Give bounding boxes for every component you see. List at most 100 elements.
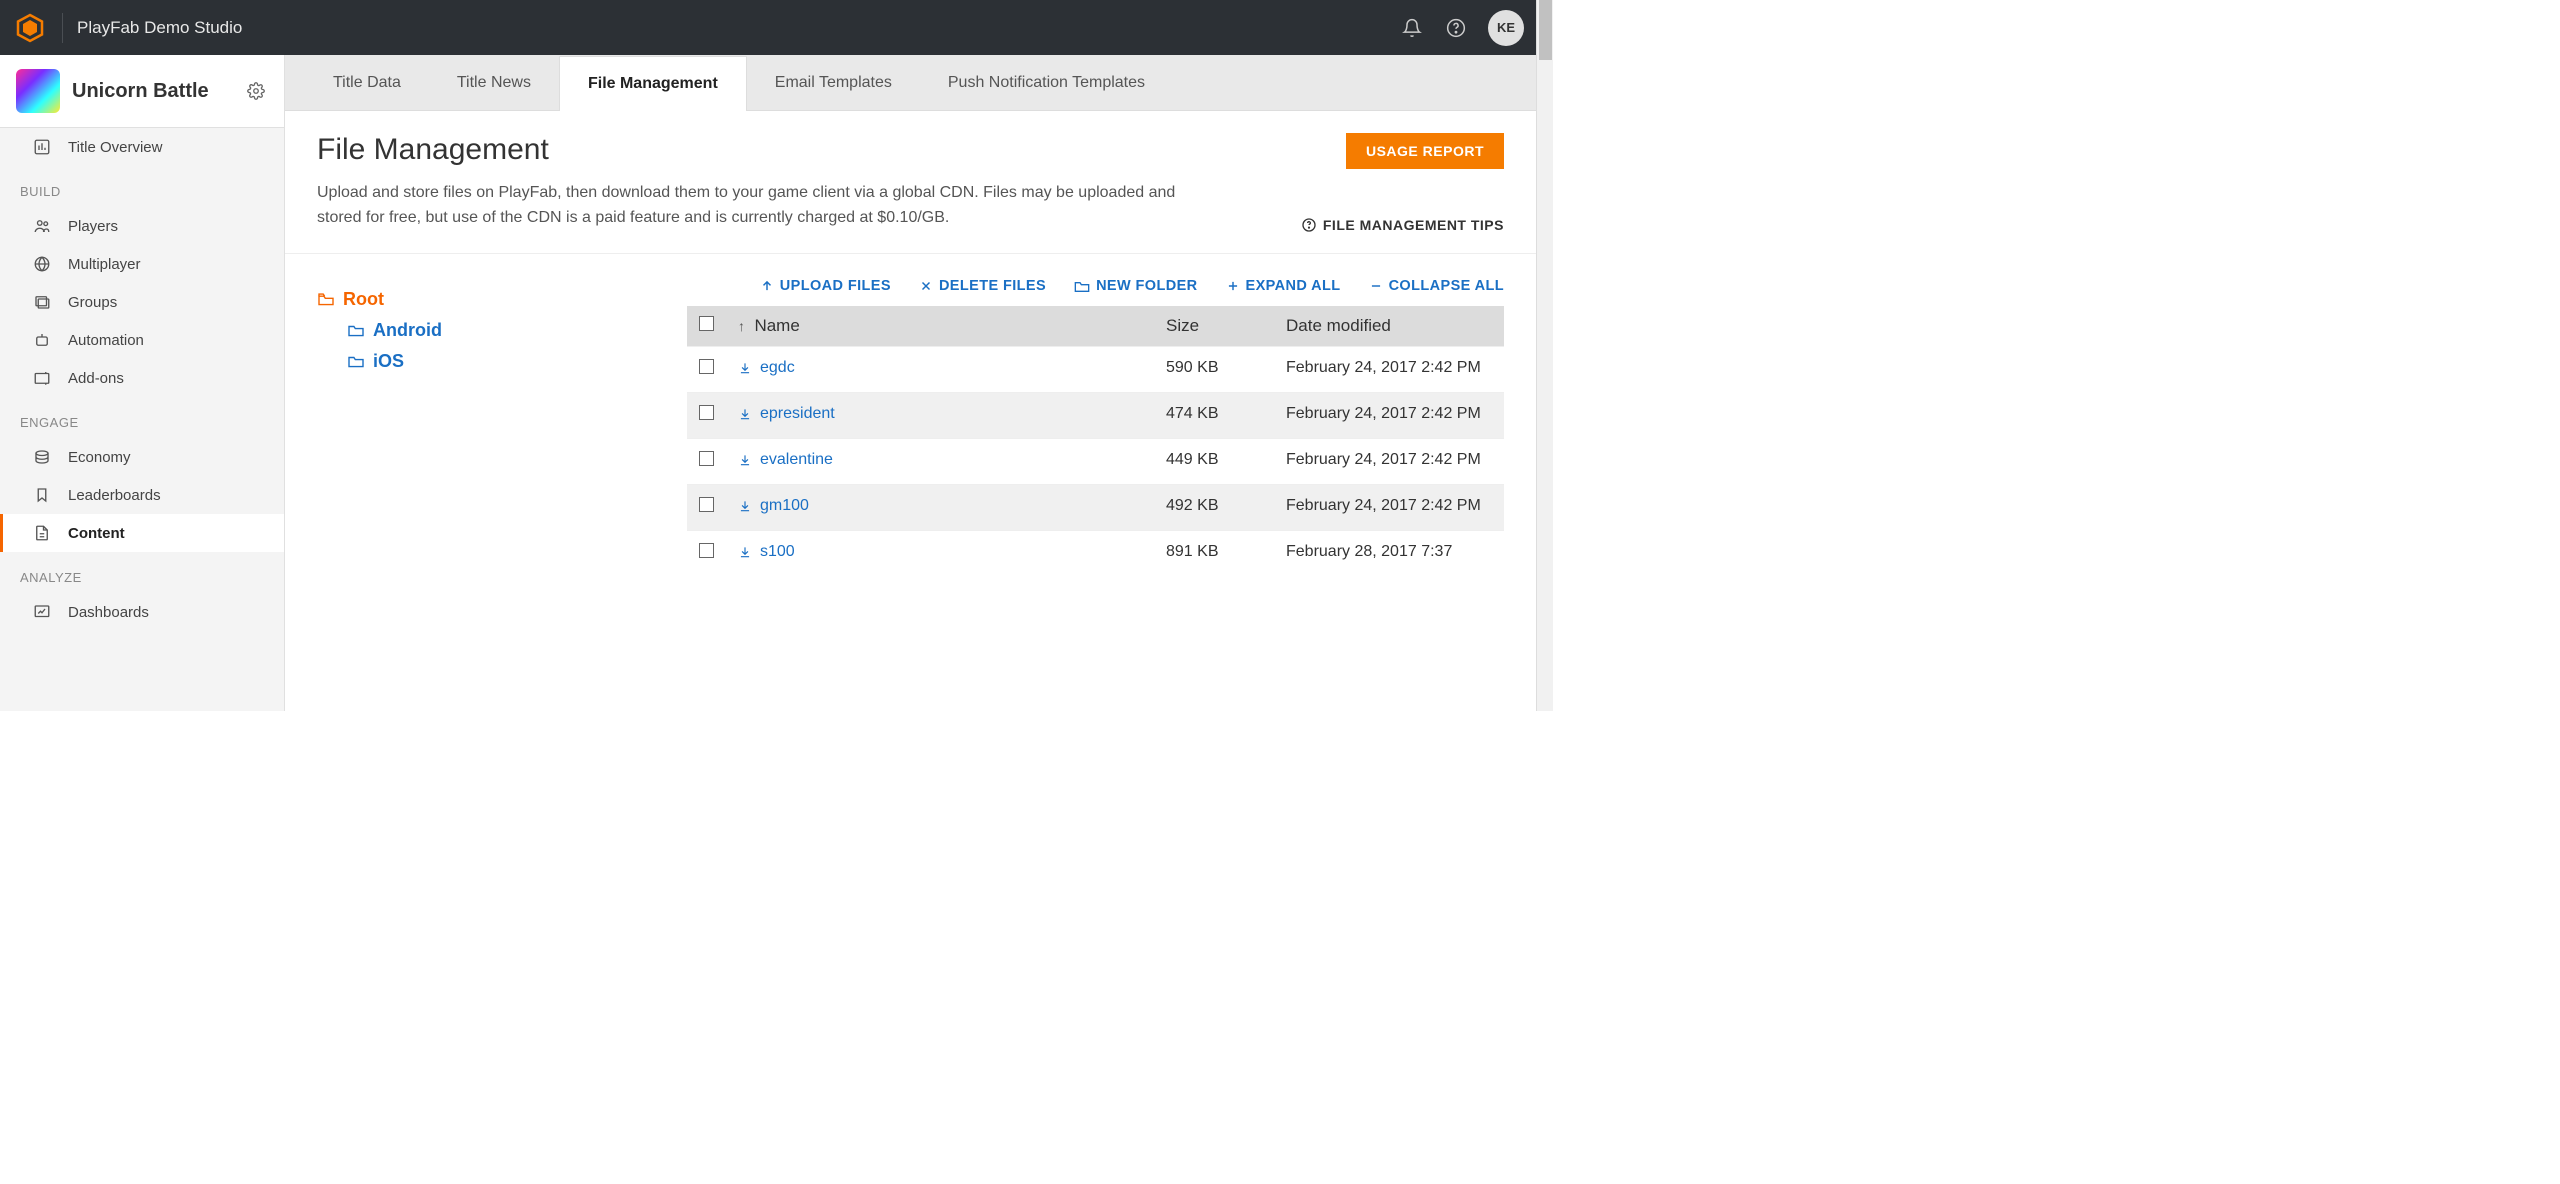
tab-file-management[interactable]: File Management bbox=[559, 56, 747, 111]
checkbox-icon[interactable] bbox=[699, 451, 714, 466]
checkbox-icon[interactable] bbox=[699, 405, 714, 420]
file-link[interactable]: epresident bbox=[738, 405, 835, 423]
file-date: February 24, 2017 2:42 PM bbox=[1274, 346, 1504, 392]
select-all-header[interactable] bbox=[687, 306, 726, 347]
help-circle-icon bbox=[1301, 217, 1317, 233]
sidebar-item-content[interactable]: Content bbox=[0, 514, 284, 552]
scrollbar-thumb[interactable] bbox=[1539, 0, 1552, 60]
plus-icon bbox=[1226, 279, 1240, 293]
upload-files-button[interactable]: UPLOAD FILES bbox=[760, 278, 891, 294]
file-date: February 24, 2017 2:42 PM bbox=[1274, 484, 1504, 530]
sidebar-item-label: Automation bbox=[68, 332, 144, 349]
expand-all-button[interactable]: EXPAND ALL bbox=[1226, 278, 1341, 294]
tabs: Title Data Title News File Management Em… bbox=[285, 55, 1536, 111]
dashboard-icon bbox=[32, 602, 52, 622]
file-link[interactable]: evalentine bbox=[738, 451, 833, 469]
tree-item-label: Android bbox=[373, 320, 442, 341]
sidebar-section-build: BUILD bbox=[0, 166, 284, 207]
tree-ios[interactable]: iOS bbox=[317, 346, 657, 377]
checkbox-icon[interactable] bbox=[699, 359, 714, 374]
user-avatar[interactable]: KE bbox=[1488, 10, 1524, 46]
sidebar-section-analyze: ANALYZE bbox=[0, 552, 284, 593]
sidebar-item-groups[interactable]: Groups bbox=[0, 283, 284, 321]
new-folder-button[interactable]: NEW FOLDER bbox=[1074, 278, 1197, 294]
sidebar-item-multiplayer[interactable]: Multiplayer bbox=[0, 245, 284, 283]
sidebar-item-addons[interactable]: Add-ons bbox=[0, 359, 284, 397]
studio-name[interactable]: PlayFab Demo Studio bbox=[77, 18, 242, 38]
file-size: 474 KB bbox=[1154, 392, 1274, 438]
col-size[interactable]: Size bbox=[1154, 306, 1274, 347]
tips-link[interactable]: FILE MANAGEMENT TIPS bbox=[1301, 217, 1504, 233]
file-name-label: epresident bbox=[760, 405, 835, 423]
sidebar-section-engage: ENGAGE bbox=[0, 397, 284, 438]
col-date[interactable]: Date modified bbox=[1274, 306, 1504, 347]
tab-title-news[interactable]: Title News bbox=[429, 55, 559, 110]
file-size: 891 KB bbox=[1154, 530, 1274, 576]
title-header: Unicorn Battle bbox=[0, 55, 284, 128]
sidebar-item-label: Economy bbox=[68, 449, 131, 466]
folder-open-icon bbox=[317, 292, 335, 306]
usage-report-button[interactable]: USAGE REPORT bbox=[1346, 133, 1504, 169]
delete-files-button[interactable]: DELETE FILES bbox=[919, 278, 1046, 294]
table-row: s100 891 KB February 28, 2017 7:37 bbox=[687, 530, 1504, 576]
folder-tree: Root Android iOS bbox=[317, 274, 657, 576]
file-panel: UPLOAD FILES DELETE FILES NEW FOLDER bbox=[687, 274, 1504, 576]
download-icon bbox=[738, 361, 752, 375]
col-name-label: Name bbox=[754, 316, 799, 335]
chart-icon bbox=[32, 137, 52, 157]
minus-icon bbox=[1369, 279, 1383, 293]
groups-icon bbox=[32, 292, 52, 312]
globe-icon bbox=[32, 254, 52, 274]
tab-title-data[interactable]: Title Data bbox=[305, 55, 429, 110]
collapse-all-button[interactable]: COLLAPSE ALL bbox=[1369, 278, 1504, 294]
tree-root[interactable]: Root bbox=[317, 284, 657, 315]
checkbox-icon[interactable] bbox=[699, 497, 714, 512]
checkbox-icon[interactable] bbox=[699, 316, 714, 331]
stack-icon bbox=[32, 447, 52, 467]
sidebar-item-label: Content bbox=[68, 525, 125, 542]
delete-icon bbox=[919, 279, 933, 293]
gear-icon[interactable] bbox=[244, 79, 268, 103]
page-description: Upload and store files on PlayFab, then … bbox=[317, 181, 1197, 231]
addons-icon bbox=[32, 368, 52, 388]
toolbar-label: DELETE FILES bbox=[939, 278, 1046, 294]
toolbar-label: NEW FOLDER bbox=[1096, 278, 1197, 294]
sidebar-item-players[interactable]: Players bbox=[0, 207, 284, 245]
main-content: Title Data Title News File Management Em… bbox=[285, 55, 1536, 711]
tips-link-label: FILE MANAGEMENT TIPS bbox=[1323, 217, 1504, 233]
help-icon[interactable] bbox=[1438, 10, 1474, 46]
folder-icon bbox=[347, 323, 365, 337]
topbar-divider bbox=[62, 13, 63, 43]
scrollbar[interactable] bbox=[1536, 0, 1553, 711]
file-link[interactable]: egdc bbox=[738, 359, 795, 377]
checkbox-icon[interactable] bbox=[699, 543, 714, 558]
table-row: epresident 474 KB February 24, 2017 2:42… bbox=[687, 392, 1504, 438]
file-link[interactable]: gm100 bbox=[738, 497, 809, 515]
toolbar-label: EXPAND ALL bbox=[1246, 278, 1341, 294]
topbar: PlayFab Demo Studio KE bbox=[0, 0, 1536, 55]
notifications-icon[interactable] bbox=[1394, 10, 1430, 46]
file-link[interactable]: s100 bbox=[738, 543, 795, 561]
col-name[interactable]: ↑ Name bbox=[726, 306, 1154, 347]
tab-push-templates[interactable]: Push Notification Templates bbox=[920, 55, 1173, 110]
tree-item-label: iOS bbox=[373, 351, 404, 372]
file-name-label: egdc bbox=[760, 359, 795, 377]
title-name: Unicorn Battle bbox=[72, 80, 244, 103]
players-icon bbox=[32, 216, 52, 236]
file-size: 492 KB bbox=[1154, 484, 1274, 530]
playfab-logo-icon[interactable] bbox=[12, 10, 48, 46]
tab-email-templates[interactable]: Email Templates bbox=[747, 55, 920, 110]
sidebar-item-overview[interactable]: Title Overview bbox=[0, 128, 284, 166]
download-icon bbox=[738, 545, 752, 559]
tree-root-label: Root bbox=[343, 289, 384, 310]
sidebar-item-leaderboards[interactable]: Leaderboards bbox=[0, 476, 284, 514]
sidebar-item-label: Dashboards bbox=[68, 604, 149, 621]
file-date: February 24, 2017 2:42 PM bbox=[1274, 438, 1504, 484]
sidebar-item-automation[interactable]: Automation bbox=[0, 321, 284, 359]
sidebar-item-dashboards[interactable]: Dashboards bbox=[0, 593, 284, 631]
tree-android[interactable]: Android bbox=[317, 315, 657, 346]
sidebar-item-economy[interactable]: Economy bbox=[0, 438, 284, 476]
file-name-label: gm100 bbox=[760, 497, 809, 515]
document-icon bbox=[32, 523, 52, 543]
file-toolbar: UPLOAD FILES DELETE FILES NEW FOLDER bbox=[687, 274, 1504, 306]
